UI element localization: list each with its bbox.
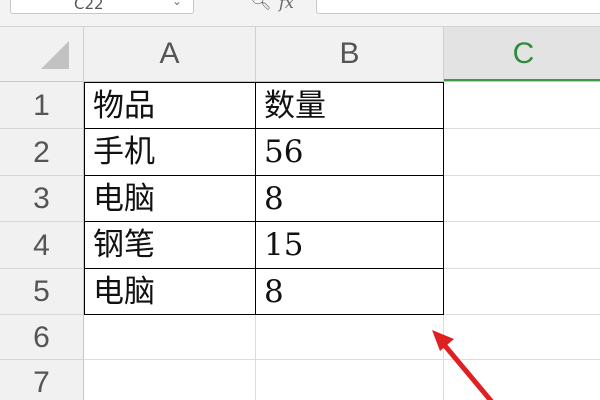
column-header-row: A B C xyxy=(0,27,600,82)
select-all-triangle-icon xyxy=(41,41,69,69)
chevron-down-icon[interactable]: ⌄ xyxy=(172,0,182,8)
cell-b2[interactable]: 56 xyxy=(256,129,444,176)
row-header-6[interactable]: 6 xyxy=(0,315,84,360)
cell-b1[interactable]: 数量 xyxy=(256,82,444,129)
cell-c1[interactable] xyxy=(444,82,600,129)
zoom-icon[interactable]: 🔍︎ xyxy=(250,0,272,12)
cell-b5[interactable]: 8 xyxy=(256,269,444,315)
cell-c2[interactable] xyxy=(444,129,600,176)
formula-bar: C22 ⌄ 🔍︎ fx xyxy=(0,0,600,27)
column-header-a[interactable]: A xyxy=(84,27,256,81)
cell-b7[interactable] xyxy=(256,360,444,400)
cell-b4[interactable]: 15 xyxy=(256,222,444,269)
cell-b6[interactable] xyxy=(256,315,444,360)
fx-icon[interactable]: fx xyxy=(279,0,294,12)
cell-c3[interactable] xyxy=(444,176,600,222)
cell-a1[interactable]: 物品 xyxy=(84,82,256,129)
name-box-value: C22 xyxy=(74,0,104,13)
select-all-corner[interactable] xyxy=(0,27,84,81)
row-header-3[interactable]: 3 xyxy=(0,176,84,222)
row-header-2[interactable]: 2 xyxy=(0,129,84,176)
cell-a4[interactable]: 钢笔 xyxy=(84,222,256,269)
cell-a2[interactable]: 手机 xyxy=(84,129,256,176)
row-header-5[interactable]: 5 xyxy=(0,269,84,315)
cell-c7[interactable] xyxy=(444,360,600,400)
spreadsheet-window: C22 ⌄ 🔍︎ fx A B C 1 2 3 4 5 6 7 物品 数量 手机… xyxy=(0,0,600,400)
formula-input[interactable] xyxy=(316,0,600,14)
cell-c6[interactable] xyxy=(444,315,600,360)
cell-c4[interactable] xyxy=(444,222,600,269)
row-header-4[interactable]: 4 xyxy=(0,222,84,269)
cell-a5[interactable]: 电脑 xyxy=(84,269,256,315)
row-header-1[interactable]: 1 xyxy=(0,82,84,129)
cell-b3[interactable]: 8 xyxy=(256,176,444,222)
cell-a7[interactable] xyxy=(84,360,256,400)
cell-a3[interactable]: 电脑 xyxy=(84,176,256,222)
column-header-c[interactable]: C xyxy=(444,27,600,81)
row-header-7[interactable]: 7 xyxy=(0,360,84,400)
cell-a6[interactable] xyxy=(84,315,256,360)
cell-c5[interactable] xyxy=(444,269,600,315)
column-header-b[interactable]: B xyxy=(256,27,444,81)
